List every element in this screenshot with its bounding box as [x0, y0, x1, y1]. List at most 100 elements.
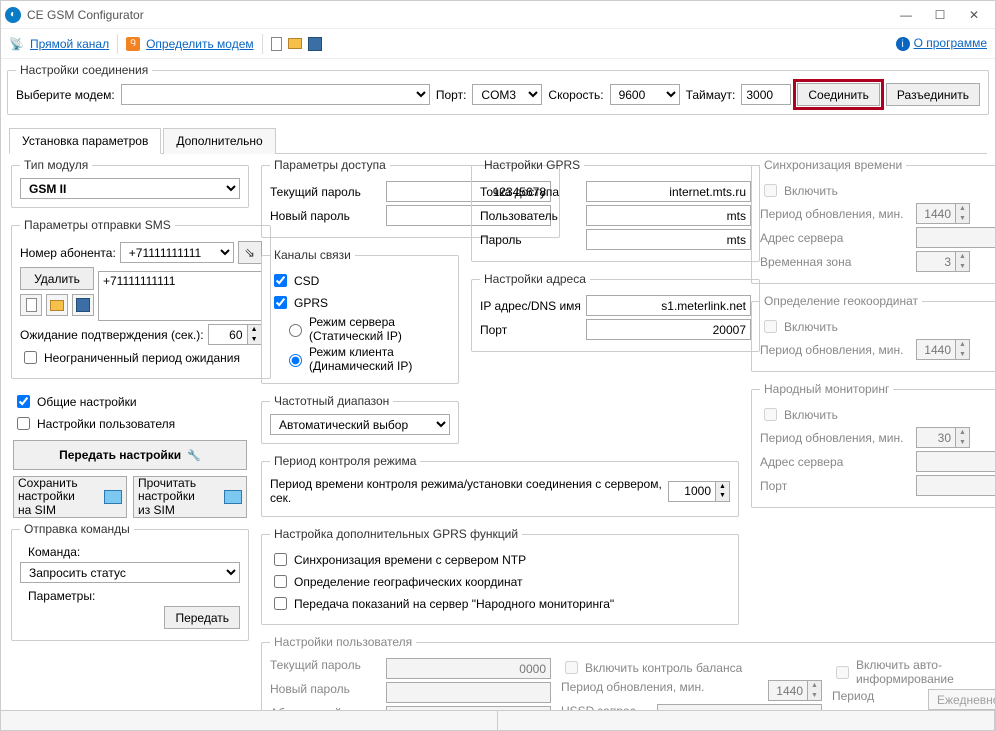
freq-select[interactable]: Автоматический выбор — [270, 414, 450, 435]
module-type-select[interactable]: GSM II — [20, 178, 240, 199]
geo-group: Определение геокоординат Включить Период… — [751, 294, 995, 372]
sim-icon — [104, 490, 122, 504]
user-settings-check[interactable]: Настройки пользователя — [13, 414, 247, 433]
main-toolbar: 📡 Прямой канал ౸ Определить модем iО про… — [1, 29, 995, 59]
modem-select[interactable] — [121, 84, 430, 105]
module-legend: Тип модуля — [20, 158, 92, 172]
send-command-button[interactable]: Передать — [164, 606, 240, 629]
transfer-settings-button[interactable]: Передать настройки — [13, 440, 247, 470]
channels-legend: Каналы связи — [270, 248, 355, 262]
sms-legend: Параметры отправки SMS — [20, 218, 175, 232]
sim-icon — [224, 490, 242, 504]
wrench-icon — [187, 448, 201, 462]
unlimited-wait-check[interactable]: Неограниченный период ожидания — [20, 348, 262, 367]
access-legend: Параметры доступа — [270, 158, 390, 172]
tab-params[interactable]: Установка параметров — [9, 128, 161, 154]
disconnect-button[interactable]: Разъединить — [886, 83, 980, 106]
connect-button[interactable]: Соединить — [797, 83, 880, 106]
minimize-button[interactable]: ― — [889, 4, 923, 26]
cmd-label: Команда: — [28, 545, 80, 559]
maximize-button[interactable]: ☐ — [923, 4, 957, 26]
gprs-legend: Настройки GPRS — [480, 158, 584, 172]
time-sync-group: Синхронизация времени Включить Период об… — [751, 158, 995, 284]
user-settings-legend: Настройки пользователя — [270, 635, 416, 649]
server-mode-radio[interactable]: Режим сервера (Статический IP) — [284, 315, 450, 343]
new-icon[interactable] — [271, 37, 282, 51]
abon-select[interactable]: +71111111111 — [120, 242, 234, 263]
speed-label: Скорость: — [548, 88, 603, 102]
monitor-group: Народный мониторинг Включить Период обно… — [751, 382, 995, 508]
sms-new-icon[interactable] — [20, 294, 42, 316]
confirm-spinner[interactable]: ▲▼ — [208, 324, 262, 345]
content-area: Тип модуля GSM II Параметры отправки SMS… — [1, 154, 995, 710]
tab-bar: Установка параметров Дополнительно — [9, 127, 987, 154]
common-settings-check[interactable]: Общие настройки — [13, 392, 247, 411]
cmd-legend: Отправка команды — [20, 522, 134, 536]
address-settings-group: Настройки адреса IP адрес/DNS имя Порт — [471, 272, 760, 352]
open-icon[interactable] — [288, 38, 302, 49]
confirm-label: Ожидание подтверждения (сек.): — [20, 328, 204, 342]
window-title: CE GSM Configurator — [27, 8, 889, 22]
toolbar-separator — [117, 34, 118, 54]
list-item[interactable]: +71111111111 — [103, 274, 257, 288]
rss-icon: ౸ — [126, 37, 140, 51]
close-button[interactable]: ✕ — [957, 4, 991, 26]
apn-input[interactable] — [586, 181, 751, 202]
info-icon: i — [896, 37, 910, 51]
gprs-check[interactable]: GPRS — [270, 293, 450, 312]
modem-label: Выберите модем: — [16, 88, 115, 102]
detect-modem-link[interactable]: Определить модем — [146, 37, 254, 51]
sms-save-icon[interactable] — [72, 294, 94, 316]
app-window: ◐ CE GSM Configurator ― ☐ ✕ 📡 Прямой кан… — [0, 0, 996, 731]
geo-enable-check: Включить — [760, 317, 995, 336]
connection-settings-group: Настройки соединения Выберите модем: Пор… — [7, 63, 989, 115]
status-cell-1 — [1, 711, 498, 730]
speed-select[interactable]: 9600 — [610, 84, 680, 105]
addr-port-input[interactable] — [586, 319, 751, 340]
monitor-legend: Народный мониторинг — [760, 382, 893, 396]
toolbar-separator — [262, 34, 263, 54]
timeout-input[interactable] — [741, 84, 791, 105]
status-bar — [1, 710, 995, 730]
csd-check[interactable]: CSD — [270, 271, 450, 290]
new-pass-label: Новый пароль — [270, 209, 380, 223]
cmd-select[interactable]: Запросить статус — [20, 562, 240, 583]
cur-pass-label: Текущий пароль — [270, 185, 380, 199]
gprs-user-input[interactable] — [586, 205, 751, 226]
sms-params-group: Параметры отправки SMS Номер абонента: +… — [11, 218, 271, 379]
gprs-pass-input[interactable] — [586, 229, 751, 250]
port-label: Порт: — [436, 88, 467, 102]
cmd-params-label: Параметры: — [28, 589, 95, 603]
direct-channel-icon: 📡 — [9, 37, 24, 51]
module-type-group: Тип модуля GSM II — [11, 158, 249, 208]
save-icon[interactable] — [308, 37, 322, 51]
direct-channel-link[interactable]: Прямой канал — [30, 37, 109, 51]
ip-input[interactable] — [586, 295, 751, 316]
sync-enable-check: Включить — [760, 181, 995, 200]
timeout-label: Таймаут: — [686, 88, 736, 102]
connection-legend: Настройки соединения — [16, 63, 152, 77]
app-icon: ◐ — [5, 7, 21, 23]
read-sim-button[interactable]: Прочитать настройки из SIM — [133, 476, 247, 518]
about-link[interactable]: iО программе — [896, 36, 987, 52]
geo-legend: Определение геокоординат — [760, 294, 922, 308]
delete-number-button[interactable]: Удалить — [20, 267, 94, 290]
port-select[interactable]: COM3 — [472, 84, 542, 105]
abon-label: Номер абонента: — [20, 246, 116, 260]
monitor-enable-check: Включить — [760, 405, 995, 424]
channels-group: Каналы связи CSD GPRS Режим сервера (Ста… — [261, 248, 459, 384]
gprs-settings-group: Настройки GPRS Точка доступа Пользовател… — [471, 158, 760, 262]
freq-legend: Частотный диапазон — [270, 394, 393, 408]
save-sim-button[interactable]: Сохранить настройки на SIM — [13, 476, 127, 518]
freq-group: Частотный диапазон Автоматический выбор — [261, 394, 459, 444]
number-list[interactable]: +71111111111 — [98, 271, 262, 321]
tab-extra[interactable]: Дополнительно — [163, 128, 275, 154]
sms-open-icon[interactable] — [46, 294, 68, 316]
send-command-group: Отправка команды Команда: Запросить стат… — [11, 522, 249, 641]
status-cell-2 — [498, 711, 995, 730]
sync-legend: Синхронизация времени — [760, 158, 906, 172]
addr-legend: Настройки адреса — [480, 272, 590, 286]
mode-period-legend: Период контроля режима — [270, 454, 420, 468]
titlebar: ◐ CE GSM Configurator ― ☐ ✕ — [1, 1, 995, 29]
client-mode-radio[interactable]: Режим клиента (Динамический IP) — [284, 345, 450, 373]
